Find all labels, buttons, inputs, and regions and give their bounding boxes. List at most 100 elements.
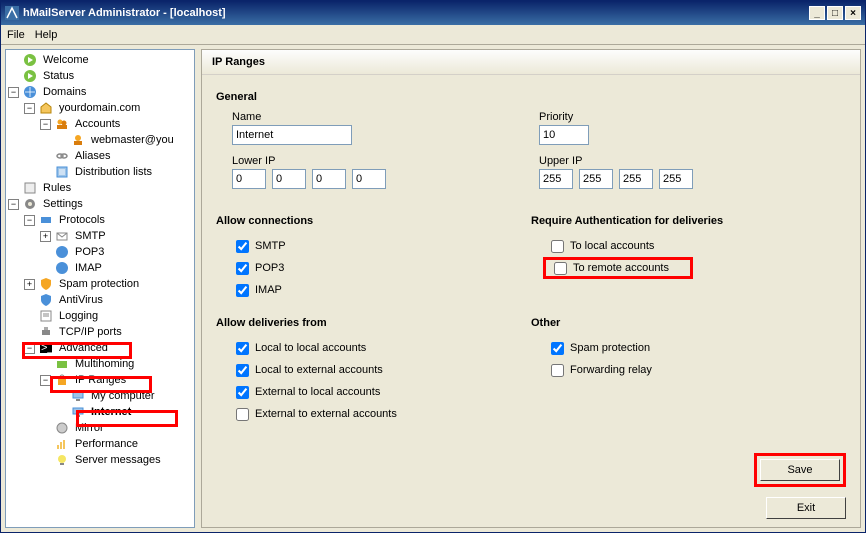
tree-status[interactable]: Status: [41, 69, 76, 83]
section-allowconn: Allow connections: [216, 215, 531, 227]
lowerip-2[interactable]: [272, 169, 306, 189]
lowerip-4[interactable]: [352, 169, 386, 189]
tree-multihoming[interactable]: Multihoming: [73, 357, 136, 371]
lbl-pop3: POP3: [255, 262, 284, 274]
app-window: hMailServer Administrator - [localhost] …: [0, 0, 866, 533]
shield-icon: [38, 276, 54, 292]
tree-pane[interactable]: Welcome Status −Domains −yourdomain.com …: [5, 49, 195, 528]
user-icon: [70, 132, 86, 148]
lbl-el: External to local accounts: [255, 386, 380, 398]
minimize-button[interactable]: _: [809, 6, 825, 20]
close-button[interactable]: ×: [845, 6, 861, 20]
upperip-2[interactable]: [579, 169, 613, 189]
lowerip-label: Lower IP: [232, 155, 539, 167]
log-icon: [38, 308, 54, 324]
tree-smtp[interactable]: SMTP: [73, 229, 108, 243]
priority-input[interactable]: [539, 125, 589, 145]
port-icon: [38, 324, 54, 340]
expand-icon[interactable]: +: [24, 279, 35, 290]
terminal-icon: >_: [38, 340, 54, 356]
lbl-ee: External to external accounts: [255, 408, 397, 420]
chk-auth-local[interactable]: [551, 240, 564, 253]
section-allowdel: Allow deliveries from: [216, 317, 531, 329]
tree-distlists[interactable]: Distribution lists: [73, 165, 154, 179]
maximize-button[interactable]: □: [827, 6, 843, 20]
globe-icon: [22, 84, 38, 100]
lbl-auth-remote: To remote accounts: [573, 262, 669, 274]
tree-spam[interactable]: Spam protection: [57, 277, 141, 291]
page-title: IP Ranges: [202, 50, 860, 75]
tree-servermsg[interactable]: Server messages: [73, 453, 163, 467]
chk-ee[interactable]: [236, 408, 249, 421]
tree-account[interactable]: webmaster@you: [89, 133, 176, 147]
chk-fwd[interactable]: [551, 364, 564, 377]
tree-domains[interactable]: Domains: [41, 85, 88, 99]
tree-mycomputer[interactable]: My computer: [89, 389, 157, 403]
arrow-right-icon: [22, 52, 38, 68]
chk-smtp[interactable]: [236, 240, 249, 253]
card-icon: [54, 356, 70, 372]
upperip-1[interactable]: [539, 169, 573, 189]
upperip-3[interactable]: [619, 169, 653, 189]
expand-icon[interactable]: +: [40, 231, 51, 242]
window-title: hMailServer Administrator - [localhost]: [23, 7, 226, 19]
chk-ll[interactable]: [236, 342, 249, 355]
globe-icon: [54, 244, 70, 260]
upperip-label: Upper IP: [539, 155, 846, 167]
lbl-auth-local: To local accounts: [570, 240, 654, 252]
tree-performance[interactable]: Performance: [73, 437, 140, 451]
section-general: General: [216, 91, 846, 103]
link-icon: [54, 148, 70, 164]
bulb-icon: [54, 452, 70, 468]
chk-el[interactable]: [236, 386, 249, 399]
tree-protocols[interactable]: Protocols: [57, 213, 107, 227]
name-input[interactable]: [232, 125, 352, 145]
section-reqauth: Require Authentication for deliveries: [531, 215, 846, 227]
section-other: Other: [531, 317, 846, 329]
lowerip-3[interactable]: [312, 169, 346, 189]
tree-welcome[interactable]: Welcome: [41, 53, 91, 67]
save-button[interactable]: Save: [760, 459, 840, 481]
exit-button[interactable]: Exit: [766, 497, 846, 519]
chk-spam[interactable]: [551, 342, 564, 355]
tree-accounts[interactable]: Accounts: [73, 117, 122, 131]
tree-domain[interactable]: yourdomain.com: [57, 101, 142, 115]
tree-advanced[interactable]: Advanced: [57, 341, 110, 355]
users-icon: [54, 116, 70, 132]
content-pane: IP Ranges General Name Priority: [201, 49, 861, 528]
tree-logging[interactable]: Logging: [57, 309, 100, 323]
chk-pop3[interactable]: [236, 262, 249, 275]
menu-help[interactable]: Help: [35, 29, 58, 41]
upperip-4[interactable]: [659, 169, 693, 189]
chk-auth-remote[interactable]: [554, 262, 567, 275]
tree-mirror[interactable]: Mirror: [73, 421, 106, 435]
tree-pop3[interactable]: POP3: [73, 245, 106, 259]
tree-imap[interactable]: IMAP: [73, 261, 104, 275]
tree-antivirus[interactable]: AntiVirus: [57, 293, 105, 307]
name-label: Name: [232, 111, 539, 123]
collapse-icon[interactable]: −: [40, 375, 51, 386]
lowerip-1[interactable]: [232, 169, 266, 189]
arrow-right-icon: [22, 68, 38, 84]
titlebar[interactable]: hMailServer Administrator - [localhost] …: [1, 1, 865, 25]
tree-settings[interactable]: Settings: [41, 197, 85, 211]
menu-file[interactable]: File: [7, 29, 25, 41]
highlight-save: Save: [754, 453, 846, 487]
collapse-icon[interactable]: −: [40, 119, 51, 130]
tree-rules[interactable]: Rules: [41, 181, 73, 195]
collapse-icon[interactable]: −: [24, 343, 35, 354]
tree-internet[interactable]: Internet: [89, 405, 133, 419]
tree-aliases[interactable]: Aliases: [73, 149, 112, 163]
collapse-icon[interactable]: −: [8, 87, 19, 98]
rules-icon: [22, 180, 38, 196]
tree-ipranges[interactable]: IP Ranges: [73, 373, 128, 387]
collapse-icon[interactable]: −: [8, 199, 19, 210]
svg-text:>_: >_: [41, 342, 53, 354]
tree-tcpip[interactable]: TCP/IP ports: [57, 325, 124, 339]
collapse-icon[interactable]: −: [24, 103, 35, 114]
chk-le[interactable]: [236, 364, 249, 377]
collapse-icon[interactable]: −: [24, 215, 35, 226]
menubar: File Help: [1, 25, 865, 45]
chk-imap[interactable]: [236, 284, 249, 297]
lbl-ll: Local to local accounts: [255, 342, 366, 354]
